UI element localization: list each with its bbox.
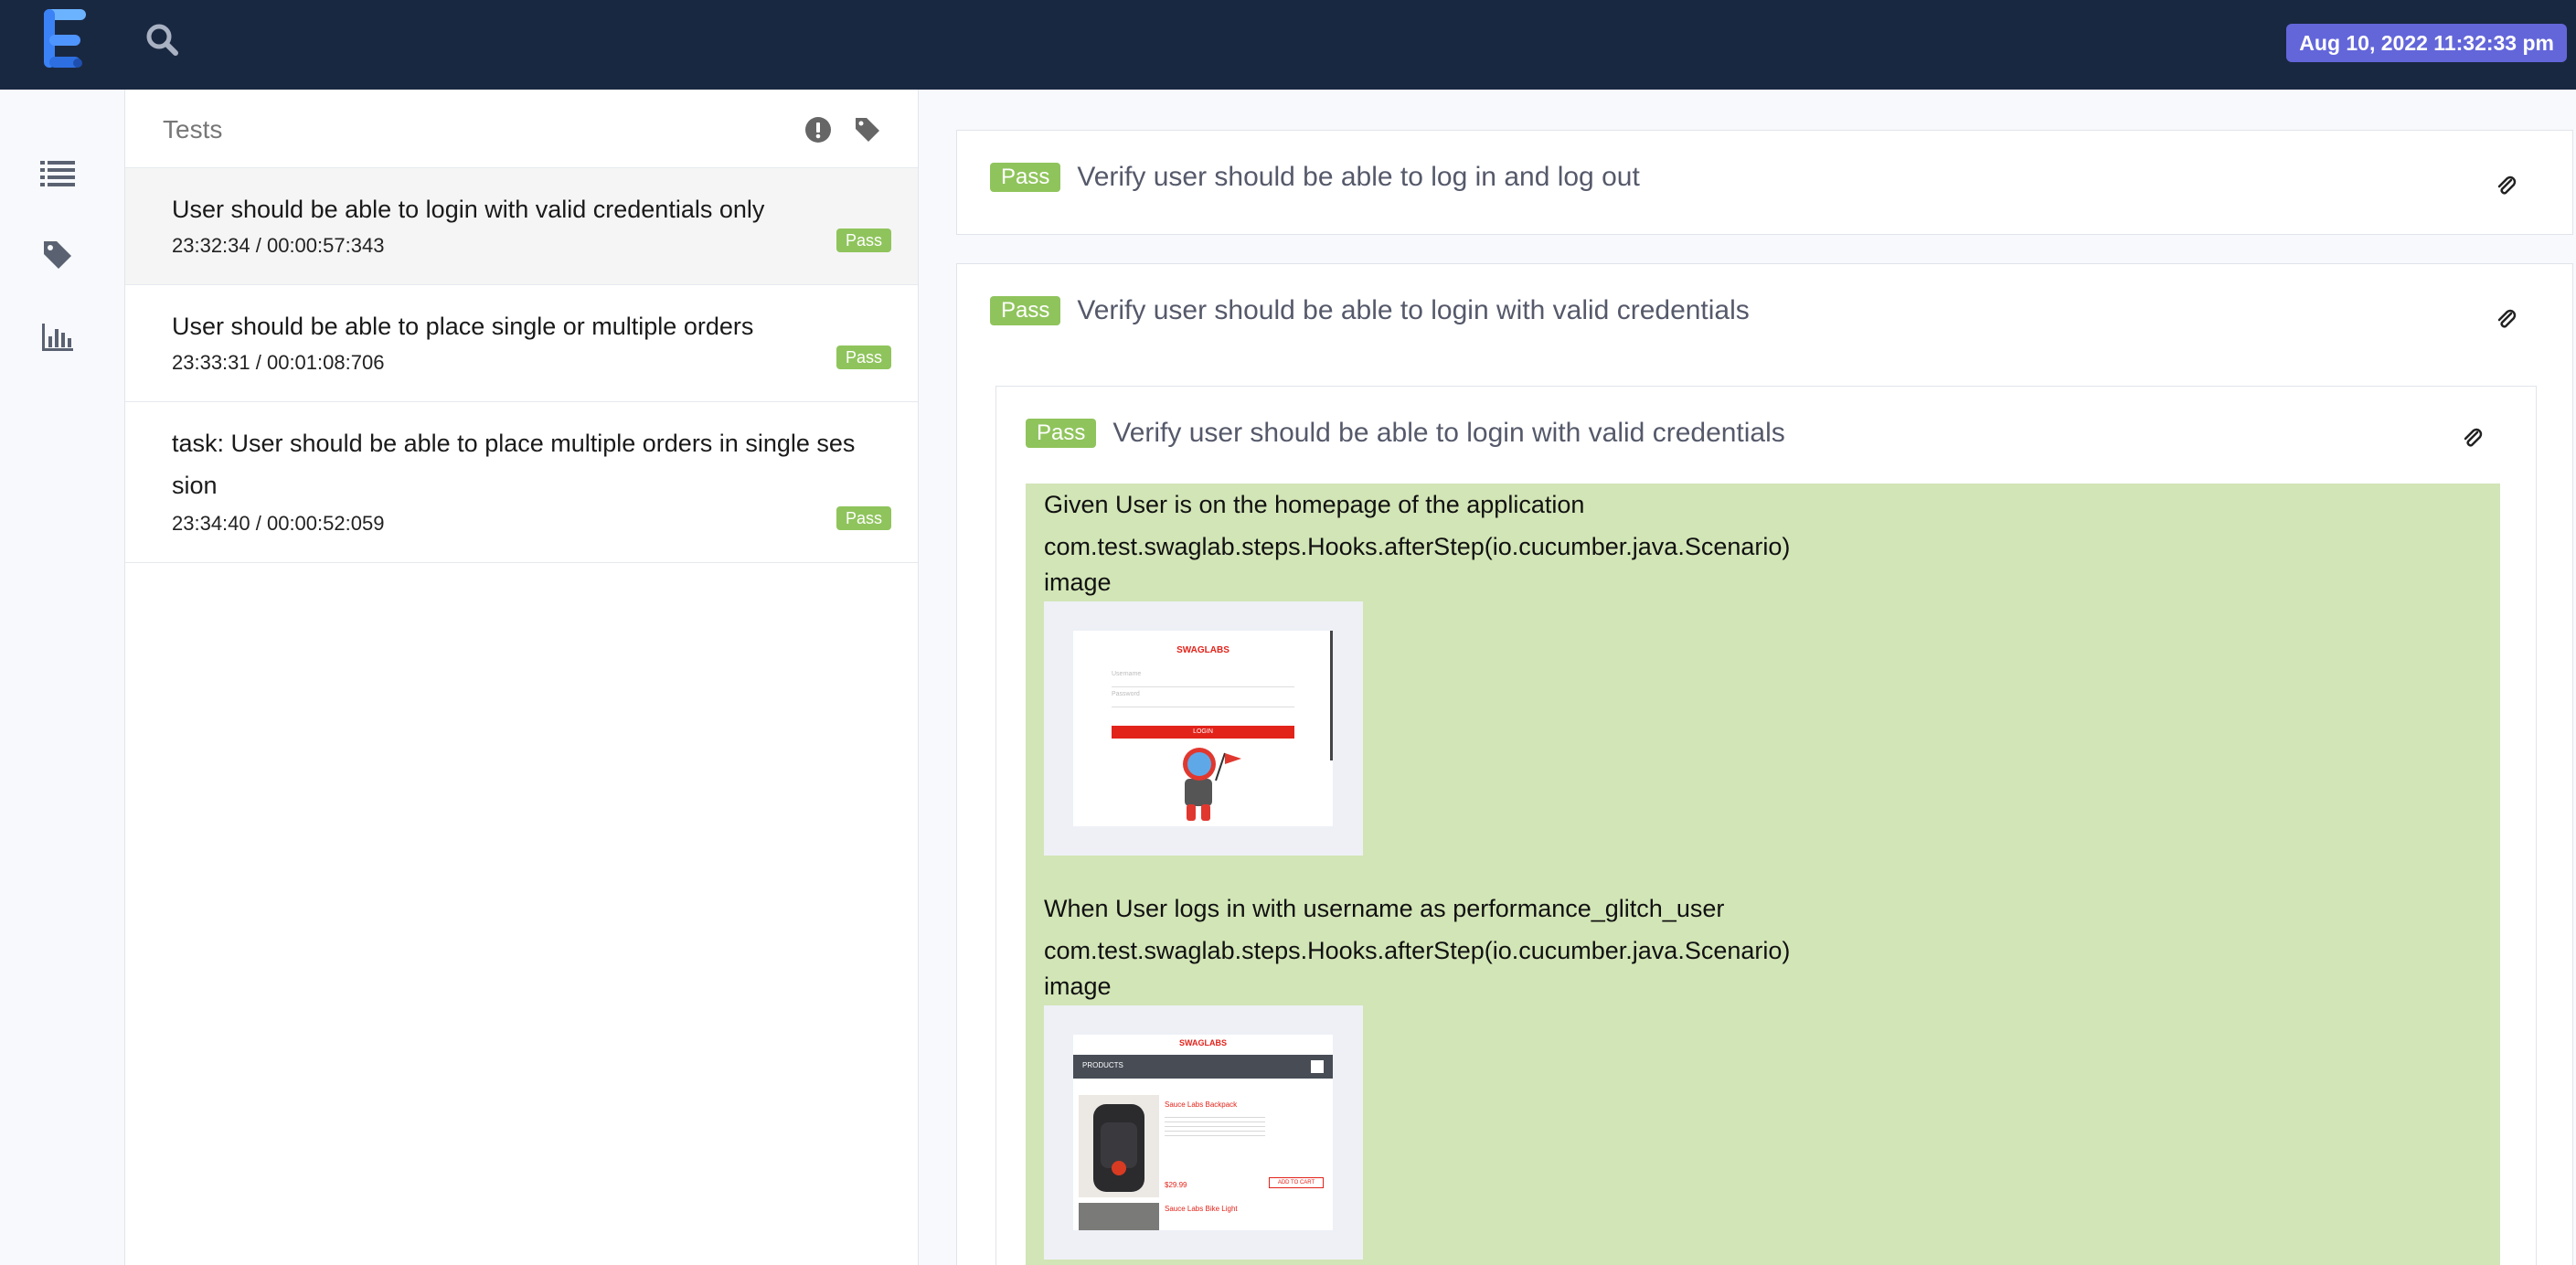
report-date-badge: Aug 10, 2022 11:32:33 pm bbox=[2286, 24, 2567, 62]
tests-panel: Tests User should be able to login with … bbox=[125, 90, 919, 1265]
step-image-label: image bbox=[1044, 569, 1112, 596]
screen-brand: SWAGLABS bbox=[1178, 1038, 1227, 1047]
attachment-icon[interactable] bbox=[2493, 173, 2520, 200]
node-card[interactable]: Pass Verify user should be able to login… bbox=[956, 263, 2573, 1265]
test-detail: Pass Verify user should be able to log i… bbox=[919, 90, 2576, 1265]
screen-password: Password bbox=[1112, 691, 1294, 707]
test-item[interactable]: User should be able to place single or m… bbox=[125, 285, 918, 402]
side-nav bbox=[0, 90, 125, 1265]
screen-price: $29.99 bbox=[1165, 1181, 1187, 1189]
test-name: User should be able to login with valid … bbox=[172, 196, 765, 223]
tests-title: Tests bbox=[163, 115, 223, 144]
test-name: task: User should be able to place multi… bbox=[172, 430, 856, 499]
screenshot-thumbnail[interactable]: SWAGLABS PRODUCTS Sauce Labs Backpack $2… bbox=[1044, 1005, 1363, 1260]
step-image-label: image bbox=[1044, 973, 1112, 1000]
test-item[interactable]: task: User should be able to place multi… bbox=[125, 402, 918, 563]
screen-item-name: Sauce Labs Bike Light bbox=[1165, 1205, 1238, 1213]
test-time: 23:34:40 / 00:00:52:059 bbox=[172, 512, 385, 535]
screenshot-thumbnail[interactable]: SWAGLABS Username Password LOGIN bbox=[1044, 601, 1363, 856]
test-time: 23:33:31 / 00:01:08:706 bbox=[172, 351, 385, 374]
screen-products-header: PRODUCTS bbox=[1082, 1061, 1123, 1069]
step-log: Given User is on the homepage of the app… bbox=[1026, 484, 2500, 1265]
status-badge: Pass bbox=[990, 163, 1061, 192]
screen-item-name: Sauce Labs Backpack bbox=[1165, 1100, 1238, 1109]
step-text: When User logs in with username as perfo… bbox=[1044, 895, 1725, 922]
status-badge: Pass bbox=[836, 506, 891, 530]
test-item[interactable]: User should be able to login with valid … bbox=[125, 168, 918, 285]
node-title: Verify user should be able to log in and… bbox=[1077, 162, 1640, 192]
node-card[interactable]: Pass Verify user should be able to log i… bbox=[956, 130, 2573, 235]
attachment-icon[interactable] bbox=[2493, 306, 2520, 334]
backpack-image bbox=[1079, 1095, 1159, 1197]
screen-add-button: ADD TO CART bbox=[1269, 1177, 1324, 1188]
tag-filter-icon[interactable] bbox=[852, 114, 883, 145]
status-badge: Pass bbox=[990, 296, 1061, 325]
attachment-icon[interactable] bbox=[2459, 425, 2486, 452]
screen-username: Username bbox=[1112, 671, 1294, 687]
test-name: User should be able to place single or m… bbox=[172, 313, 754, 340]
node-title: Verify user should be able to login with… bbox=[1077, 295, 1750, 325]
top-bar: Aug 10, 2022 11:32:33 pm bbox=[0, 0, 2576, 90]
search-icon[interactable] bbox=[143, 20, 185, 62]
tag-icon[interactable] bbox=[37, 234, 79, 276]
status-badge: Pass bbox=[836, 345, 891, 369]
list-icon[interactable] bbox=[37, 152, 79, 194]
step-hook: com.test.swaglab.steps.Hooks.afterStep(i… bbox=[1044, 533, 1791, 560]
child-node-card[interactable]: Pass Verify user should be able to login… bbox=[995, 386, 2537, 1265]
child-node-title: Verify user should be able to login with… bbox=[1112, 418, 1785, 448]
bar-chart-icon[interactable] bbox=[37, 316, 79, 358]
extent-logo[interactable] bbox=[37, 4, 91, 71]
exception-filter-icon[interactable] bbox=[803, 114, 834, 145]
step-text: Given User is on the homepage of the app… bbox=[1044, 491, 1585, 518]
screen-brand: SWAGLABS bbox=[1176, 645, 1229, 655]
status-badge: Pass bbox=[1026, 419, 1097, 448]
tests-header: Tests bbox=[125, 90, 918, 168]
test-time: 23:32:34 / 00:00:57:343 bbox=[172, 234, 385, 257]
step-hook: com.test.swaglab.steps.Hooks.afterStep(i… bbox=[1044, 937, 1791, 964]
status-badge: Pass bbox=[836, 229, 891, 252]
screen-login-button: LOGIN bbox=[1112, 726, 1294, 739]
robot-mascot-icon bbox=[1183, 748, 1241, 821]
